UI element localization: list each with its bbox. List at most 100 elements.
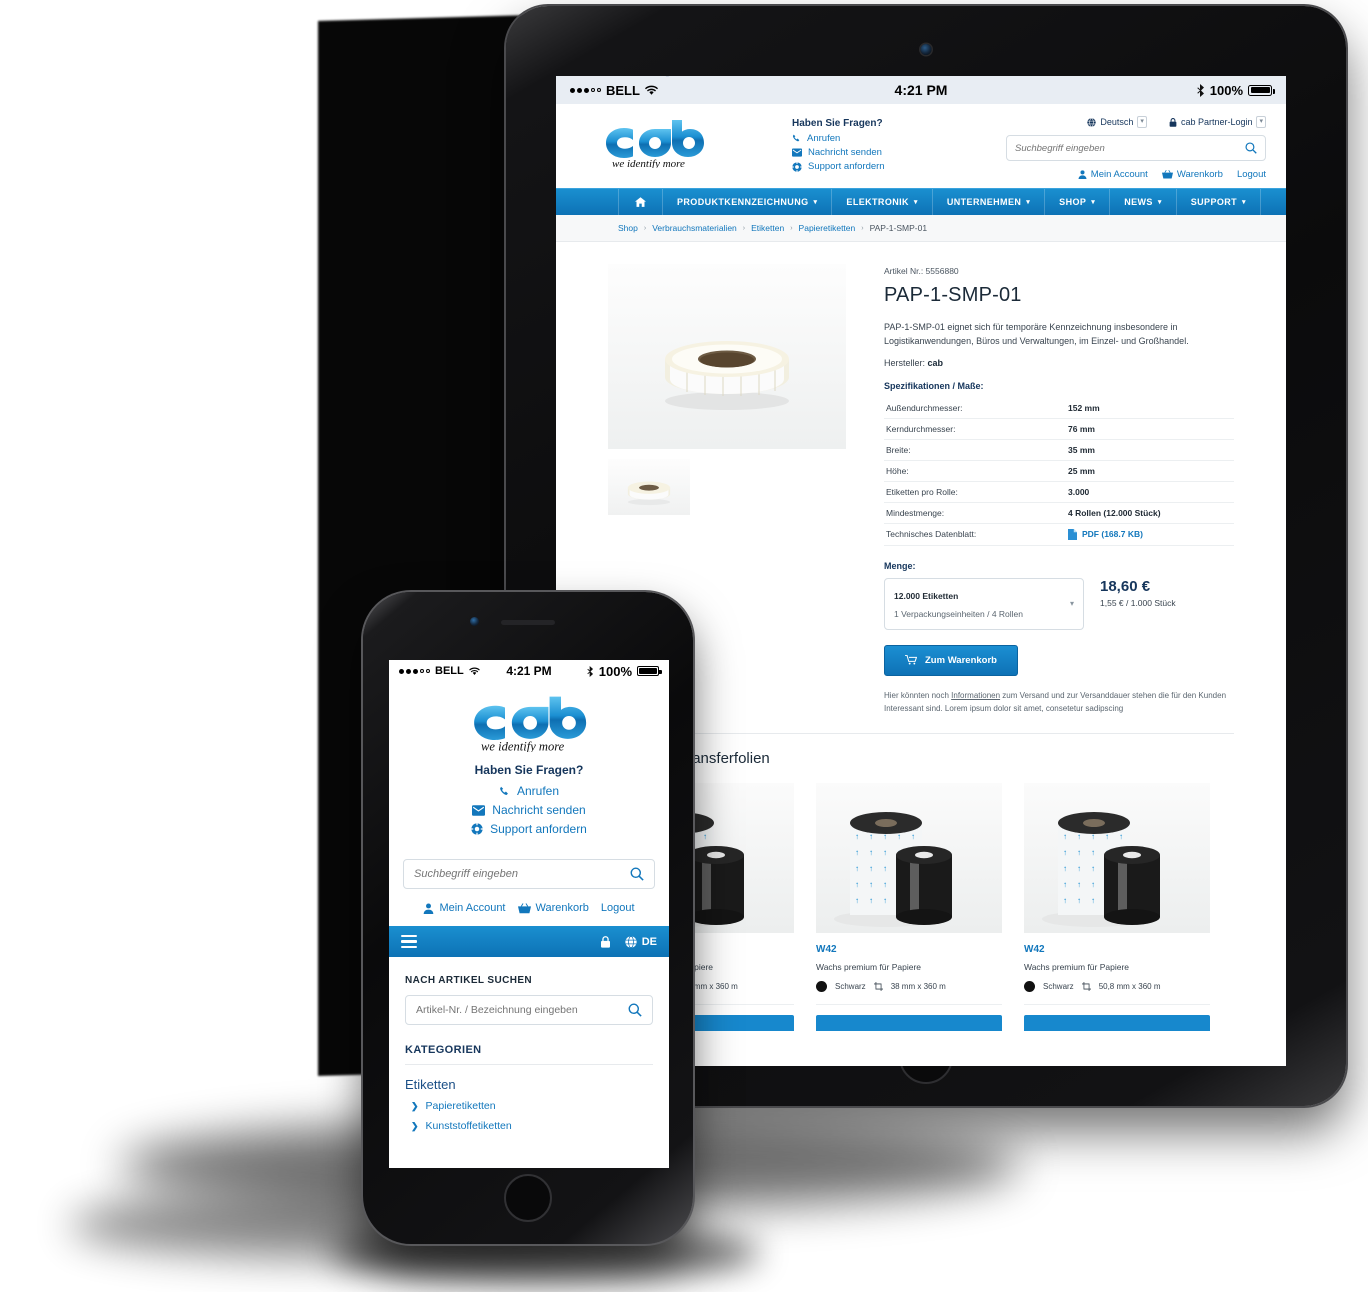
nav-item-label: PRODUKTKENNZEICHNUNG <box>677 197 809 207</box>
phone-account-row: Mein Account Warenkorb Logout <box>389 889 669 926</box>
partner-login-selector[interactable]: cab Partner-Login ▾ <box>1169 116 1266 128</box>
phone-account-link-cart[interactable]: Warenkorb <box>517 902 589 914</box>
svg-text:↑: ↑ <box>855 848 859 857</box>
product-thumbnail[interactable] <box>608 459 690 515</box>
product-card[interactable]: ↑↑↑↑↑ ↑↑↑↑↑ ↑↑↑↑↑ ↑↑↑↑↑ ↑↑↑↑↑ <box>1024 783 1210 1032</box>
phone-search[interactable] <box>403 859 655 889</box>
product-card[interactable]: ↑↑↑↑↑ ↑↑↑↑↑ ↑↑↑↑↑ ↑↑↑↑↑ ↑↑↑↑↑ <box>816 783 1002 1032</box>
account-link-my-account[interactable]: Mein Account <box>1078 169 1148 180</box>
breadcrumb-item-verbrauchsmaterialien[interactable]: Verbrauchsmaterialien <box>652 223 737 233</box>
product-card-image[interactable]: ↑↑↑↑↑ ↑↑↑↑↑ ↑↑↑↑↑ ↑↑↑↑↑ ↑↑↑↑↑ <box>1024 783 1210 934</box>
phone-account-link-logout[interactable]: Logout <box>601 902 635 914</box>
phone-search-input[interactable] <box>414 868 630 880</box>
nav-item-home[interactable] <box>618 188 663 216</box>
nav-item-shop[interactable]: SHOP ▾ <box>1045 188 1111 216</box>
svg-text:↑: ↑ <box>1077 880 1081 889</box>
chevron-right-icon: ❯ <box>411 1120 419 1131</box>
phone-home-button[interactable] <box>504 1174 552 1222</box>
nav-item-news[interactable]: NEWS ▾ <box>1110 188 1177 216</box>
color-swatch-icon <box>816 981 827 993</box>
ios-status-bar: Hier ist ein Eintrag der Seitenleiste vo… <box>556 76 1286 104</box>
add-to-cart-label: Zum Warenkorb <box>925 654 997 666</box>
table-row: Etiketten pro Rolle: 3.000 <box>884 481 1234 503</box>
product-card-name[interactable]: W42 <box>1024 944 1210 955</box>
shipping-note-part1: Hier könnten noch <box>884 690 952 700</box>
account-link-label: Logout <box>1236 169 1266 180</box>
phone-contact-link-message[interactable]: Nachricht senden <box>389 803 669 817</box>
breadcrumb-item-etiketten[interactable]: Etiketten <box>751 223 784 233</box>
phone-language-selector[interactable]: DE <box>625 935 657 948</box>
scene: Hier ist ein Eintrag der Seitenleiste vo… <box>0 0 1368 1292</box>
search-input[interactable] <box>1015 142 1245 154</box>
product-card-meta: Schwarz 38 mm x 360 m <box>816 981 1002 993</box>
phone-contact-link-call[interactable]: Anrufen <box>389 784 669 798</box>
phone-camera-icon <box>470 617 479 626</box>
card-cart-button[interactable] <box>1024 1015 1210 1032</box>
chevron-down-icon[interactable]: ▾ <box>1256 116 1266 128</box>
article-number: Artikel Nr.: 5556880 <box>884 266 959 276</box>
nav-item-elektronik[interactable]: ELEKTRONIK ▾ <box>832 188 933 216</box>
quantity-select[interactable]: 12.000 Etiketten 1 Verpackungseinheiten … <box>884 577 1084 630</box>
svg-text:↑: ↑ <box>1091 848 1095 857</box>
svg-text:↑: ↑ <box>869 880 873 889</box>
contact-link-support[interactable]: Support anfordern <box>792 161 885 172</box>
quantity-label: Menge: <box>884 560 916 571</box>
phone-contact-link-label: Support anfordern <box>490 822 587 836</box>
contact-title: Haben Sie Fragen? <box>792 118 883 129</box>
svg-text:↑: ↑ <box>1077 832 1081 841</box>
product-card-name[interactable]: W42 <box>816 944 1002 955</box>
manufacturer-value: cab <box>927 357 944 368</box>
table-row: Außendurchmesser: 152 mm <box>884 397 1234 419</box>
nav-item-unternehmen[interactable]: UNTERNEHMEN ▾ <box>933 188 1046 216</box>
hamburger-menu-icon[interactable] <box>401 932 417 951</box>
account-link-logout[interactable]: Logout <box>1237 169 1266 180</box>
nav-item-support[interactable]: SUPPORT ▾ <box>1177 188 1261 216</box>
product-card-image[interactable]: ↑↑↑↑↑ ↑↑↑↑↑ ↑↑↑↑↑ ↑↑↑↑↑ ↑↑↑↑↑ <box>816 783 1002 934</box>
cab-logo[interactable]: we identify more <box>576 116 756 168</box>
contact-link-label: Nachricht senden <box>808 147 882 158</box>
basket-icon <box>1161 170 1173 179</box>
spec-key: Höhe: <box>884 460 1066 482</box>
contact-link-message[interactable]: Nachricht senden <box>792 147 885 158</box>
partner-login-label: cab Partner-Login <box>1180 117 1253 127</box>
phone-article-search[interactable] <box>405 995 653 1025</box>
phone-account-link-my-account[interactable]: Mein Account <box>423 902 506 914</box>
phone-account-link-label: Warenkorb <box>535 902 589 914</box>
breadcrumb-item-shop[interactable]: Shop <box>618 223 638 233</box>
manufacturer-row: Hersteller: cab <box>884 358 1234 368</box>
phone-contact-block: Haben Sie Fragen? Anrufen Nachricht send… <box>389 763 669 853</box>
breadcrumb-item-papieretiketten[interactable]: Papieretiketten <box>799 223 856 233</box>
spec-key: Etiketten pro Rolle: <box>884 481 1066 503</box>
page-title: PAP-1-SMP-01 <box>884 284 1022 306</box>
shipping-note-link[interactable]: Informationen <box>951 691 1000 700</box>
phone-category-etiketten[interactable]: Etiketten <box>405 1077 653 1092</box>
card-cart-button[interactable] <box>816 1015 1002 1032</box>
battery-percent-label: 100% <box>1209 82 1243 98</box>
phone-subcategory-papieretiketten[interactable]: ❯ Papieretiketten <box>405 1100 653 1112</box>
phone-contact-link-support[interactable]: Support anfordern <box>389 822 669 836</box>
manufacturer-label: Hersteller: <box>884 357 926 368</box>
chevron-down-icon[interactable]: ▾ <box>1137 116 1147 128</box>
account-link-cart[interactable]: Warenkorb <box>1161 169 1223 180</box>
phone-cab-logo[interactable]: we identify more <box>389 682 669 763</box>
add-to-cart-button[interactable]: Zum Warenkorb <box>884 644 1018 676</box>
datasheet-link[interactable]: PDF (168.7 KB) <box>1068 528 1232 540</box>
language-selector[interactable]: Deutsch ▾ <box>1087 116 1147 128</box>
product-main-image[interactable] <box>608 264 846 449</box>
phone-icon <box>792 134 800 142</box>
phone-divider <box>405 1064 653 1065</box>
home-icon <box>635 197 646 207</box>
product-card-description: Wachs premium für Papiere <box>816 962 922 973</box>
chevron-right-icon: ❯ <box>411 1100 419 1111</box>
bluetooth-icon <box>1197 83 1204 97</box>
label-roll-image <box>665 340 789 410</box>
contact-link-call[interactable]: Anrufen <box>792 133 885 144</box>
chevron-down-icon[interactable]: ▾ <box>1070 599 1074 608</box>
spec-key: Breite: <box>884 439 1066 461</box>
article-search-input[interactable] <box>416 1004 628 1016</box>
user-icon <box>1078 170 1087 179</box>
svg-text:↑: ↑ <box>1091 896 1095 905</box>
nav-item-produktkennzeichnung[interactable]: PRODUKTKENNZEICHNUNG ▾ <box>663 188 833 216</box>
phone-subcategory-kunststoffetiketten[interactable]: ❯ Kunststoffetiketten <box>405 1120 653 1132</box>
header-search[interactable] <box>1006 135 1266 161</box>
